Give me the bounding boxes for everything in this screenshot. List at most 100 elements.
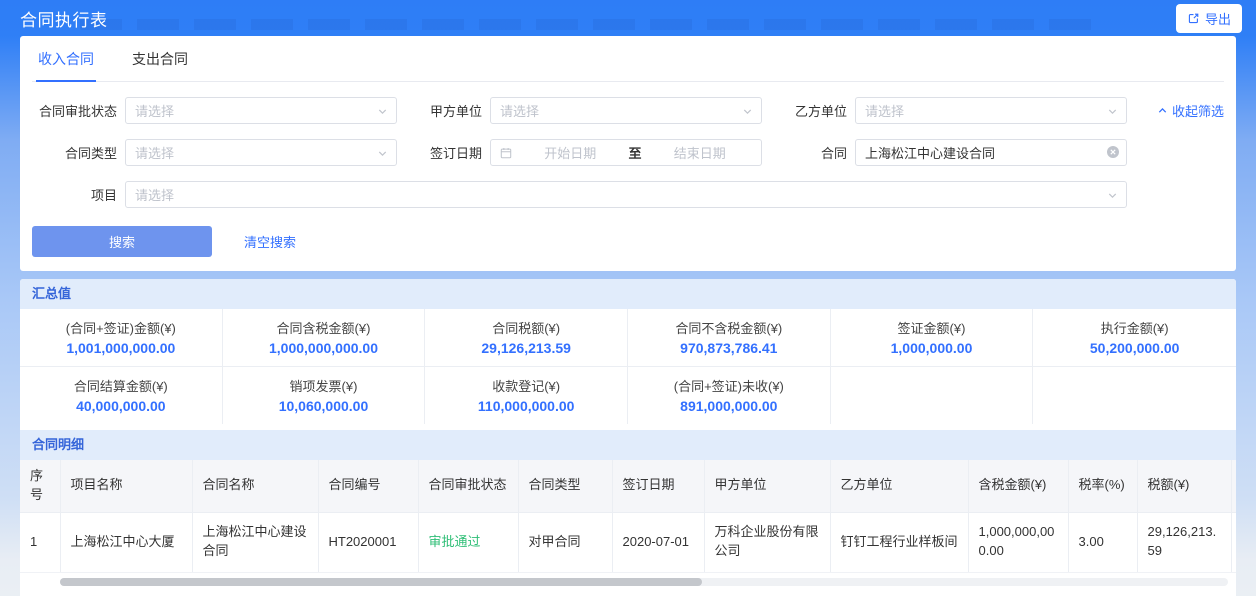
header-menu-placeholder	[80, 19, 1106, 30]
summary-section-title: 汇总值	[20, 279, 1236, 309]
sign-date-range-picker[interactable]: 开始日期 至 结束日期	[490, 139, 762, 166]
cell-project-name: 上海松江中心大厦	[60, 512, 193, 573]
filter-card: 收入合同 支出合同 合同审批状态 请选择 甲方单位 请选择 乙方单位 请选择 收…	[20, 36, 1236, 271]
sign-date-label: 签订日期	[429, 146, 482, 161]
start-date-placeholder: 开始日期	[544, 146, 597, 161]
chevron-up-icon	[1157, 105, 1168, 116]
filter-approval-status: 合同审批状态 请选择	[32, 97, 397, 124]
cell-approval-status: 审批通过	[418, 512, 519, 573]
summary-cell: 收款登记(¥) 110,000,000.00	[425, 367, 628, 424]
cell-tax-amount: 29,126,213.59	[1137, 512, 1232, 573]
export-button-label: 导出	[1204, 11, 1231, 27]
chevron-down-icon	[1107, 106, 1118, 117]
pagination: 共 1 条 ‹ 1 › 前往 页	[20, 586, 1236, 596]
project-select[interactable]: 请选择	[125, 181, 1127, 208]
date-separator: 至	[628, 146, 642, 161]
filter-party-a: 甲方单位 请选择	[397, 97, 762, 124]
cell-contract-name: 上海松江中心建设合同	[192, 512, 319, 573]
cell-party-a: 万科企业股份有限公司	[704, 512, 831, 573]
col-contract-no: 合同编号	[318, 460, 419, 512]
filter-contract: 合同	[762, 139, 1127, 166]
cell-seq: 1	[20, 512, 61, 573]
summary-cell: 合同结算金额(¥) 40,000,000.00	[20, 367, 223, 424]
summary-cell: 合同税额(¥) 29,126,213.59	[425, 309, 628, 367]
cell-contract-no: HT2020001	[318, 512, 419, 573]
col-contract-type: 合同类型	[518, 460, 613, 512]
cell-party-b: 钉钉工程行业样板间	[830, 512, 969, 573]
summary-cell: (合同+签证)金额(¥) 1,001,000,000.00	[20, 309, 223, 367]
party-b-select[interactable]: 请选择	[855, 97, 1127, 124]
project-placeholder: 请选择	[135, 188, 175, 203]
summary-cell: (合同+签证)未收(¥) 891,000,000.00	[628, 367, 831, 424]
export-icon	[1187, 12, 1200, 25]
summary-cell: 合同不含税金额(¥) 970,873,786.41	[628, 309, 831, 367]
cell-tax-incl-amount: 1,000,000,000.00	[968, 512, 1069, 573]
table-row[interactable]: 1 上海松江中心大厦 上海松江中心建设合同 HT2020001 审批通过 对甲合…	[20, 512, 1236, 573]
summary-cell: 签证金额(¥) 1,000,000.00	[830, 309, 1034, 367]
summary-cell-empty	[831, 367, 1034, 424]
tab-income-contract[interactable]: 收入合同	[36, 36, 96, 82]
search-button[interactable]: 搜索	[32, 226, 212, 257]
collapse-filters-link[interactable]: 收起筛选	[1157, 101, 1224, 120]
approval-status-label: 合同审批状态	[38, 104, 117, 119]
cell-tax-rate: 3.00	[1068, 512, 1138, 573]
table-header-row: 序号 项目名称 合同名称 合同编号 合同审批状态 合同类型 签订日期 甲方单位 …	[20, 460, 1236, 512]
contract-type-placeholder: 请选择	[135, 146, 175, 161]
filter-contract-type: 合同类型 请选择	[32, 139, 397, 166]
export-button[interactable]: 导出	[1175, 3, 1242, 33]
summary-cell: 销项发票(¥) 10,060,000.00	[223, 367, 426, 424]
filter-actions: 搜索 清空搜索	[32, 226, 1224, 257]
col-seq: 序号	[20, 460, 61, 512]
col-approval-status: 合同审批状态	[418, 460, 519, 512]
contract-input-wrap	[855, 139, 1127, 166]
tab-expense-contract[interactable]: 支出合同	[130, 36, 190, 82]
contract-label: 合同	[820, 146, 847, 161]
contract-input[interactable]	[855, 139, 1127, 166]
summary-cell: 执行金额(¥) 50,200,000.00	[1033, 309, 1236, 367]
chevron-down-icon	[377, 148, 388, 159]
approval-status-select[interactable]: 请选择	[125, 97, 397, 124]
filter-row-3: 项目 请选择	[32, 181, 1224, 208]
page: 合同执行表 导出 收入合同 支出合同 合同审批状态 请选择 甲方单位 请选择 乙…	[0, 0, 1256, 596]
project-label: 项目	[90, 188, 117, 203]
col-tax-rate: 税率(%)	[1068, 460, 1138, 512]
col-project-name: 项目名称	[60, 460, 193, 512]
data-card: 汇总值 (合同+签证)金额(¥) 1,001,000,000.00 合同含税金额…	[20, 279, 1236, 596]
party-b-label: 乙方单位	[794, 104, 847, 119]
horizontal-scrollbar-track[interactable]	[60, 577, 1228, 586]
contract-tabs: 收入合同 支出合同	[32, 36, 1224, 82]
horizontal-scrollbar-thumb[interactable]	[60, 577, 703, 586]
summary-cell-empty	[1033, 367, 1236, 424]
col-filler	[1231, 460, 1236, 512]
cell-contract-type: 对甲合同	[518, 512, 613, 573]
page-title: 合同执行表	[20, 10, 108, 30]
chevron-down-icon	[742, 106, 753, 117]
col-tax-incl-amount: 含税金额(¥)	[968, 460, 1069, 512]
calendar-icon	[500, 147, 512, 159]
clear-circle-icon[interactable]	[1106, 145, 1120, 159]
summary-grid: (合同+签证)金额(¥) 1,001,000,000.00 合同含税金额(¥) …	[20, 309, 1236, 424]
top-bar: 合同执行表 导出	[0, 0, 1256, 36]
detail-section-title: 合同明细	[20, 430, 1236, 460]
filter-sign-date: 签订日期 开始日期 至 结束日期	[397, 139, 762, 166]
col-contract-name: 合同名称	[192, 460, 319, 512]
party-a-select[interactable]: 请选择	[490, 97, 762, 124]
party-a-label: 甲方单位	[429, 104, 482, 119]
cell-filler	[1231, 512, 1236, 573]
filter-party-b: 乙方单位 请选择	[762, 97, 1127, 124]
collapse-filters-label: 收起筛选	[1171, 104, 1224, 119]
chevron-down-icon	[377, 106, 388, 117]
party-b-placeholder: 请选择	[865, 104, 905, 119]
col-sign-date: 签订日期	[612, 460, 705, 512]
filter-project: 项目 请选择	[32, 181, 1127, 208]
contract-type-select[interactable]: 请选择	[125, 139, 397, 166]
summary-cell: 合同含税金额(¥) 1,000,000,000.00	[222, 309, 426, 367]
party-a-placeholder: 请选择	[500, 104, 540, 119]
cell-sign-date: 2020-07-01	[612, 512, 705, 573]
col-tax-amount: 税额(¥)	[1137, 460, 1232, 512]
chevron-down-icon	[1107, 190, 1118, 201]
approval-status-placeholder: 请选择	[135, 104, 175, 119]
clear-search-link[interactable]: 清空搜索	[244, 232, 296, 251]
contract-detail-table: 序号 项目名称 合同名称 合同编号 合同审批状态 合同类型 签订日期 甲方单位 …	[20, 460, 1236, 573]
filter-row-2: 合同类型 请选择 签订日期 开始日期 至 结束日期 合同	[32, 139, 1224, 166]
